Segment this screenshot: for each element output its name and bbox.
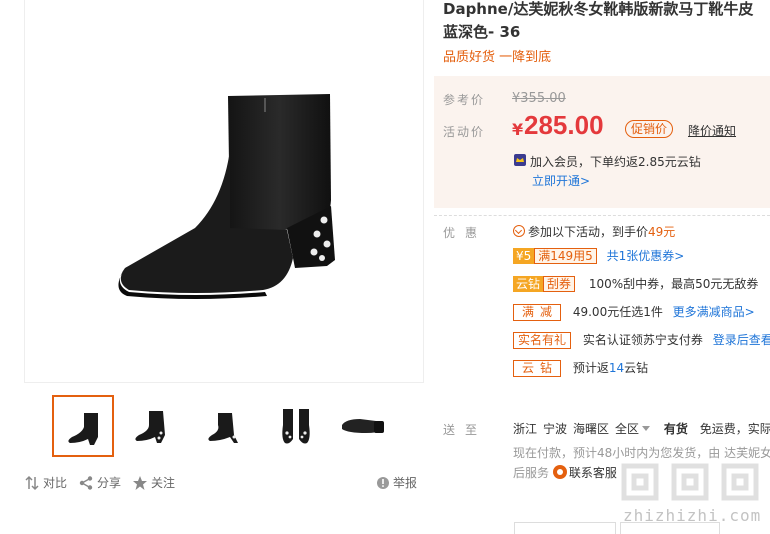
watermark-text: zhizhizhi.com xyxy=(623,506,762,525)
ship-to-label: 送至 xyxy=(443,423,488,437)
delivery-note: 现在付款，预计48小时内为您发货，由 达芙妮女 xyxy=(513,446,770,460)
boot-front-icon xyxy=(208,413,238,443)
offer-row-yunzuan-scratch: 云钻 刮券 100%刮中券，最高50元无敌券 xyxy=(513,275,758,292)
offer-text-return-suffix: 云钻 xyxy=(624,361,649,375)
boot-pair-icon xyxy=(282,409,310,444)
ship-location-row: 浙江宁波海曙区全区 有货 免运费，实际以 xyxy=(513,420,770,437)
coupon-value-badge: ¥5 xyxy=(513,248,535,264)
offer-tag-yunzuan: 云钻 xyxy=(513,276,544,292)
ship-location-selector[interactable]: 浙江 宁波 海曙区 全区 xyxy=(513,420,651,437)
ship-district: 海曙区 xyxy=(573,422,610,436)
offer-text-return-prefix: 预计返 xyxy=(572,361,609,375)
watermark-logo xyxy=(621,463,759,501)
price-drop-notify-link[interactable]: 降价通知 xyxy=(688,122,736,139)
offer-text-full-reduction: 49.00元任选1件 xyxy=(572,305,663,319)
boot-main-illustration xyxy=(118,94,335,299)
after-sales-prefix: 后服务 xyxy=(513,466,550,480)
boot-thumbnail-icon xyxy=(68,413,98,445)
offer-text-realname: 实名认证领苏宁支付券 xyxy=(582,333,703,347)
vip-crown-icon xyxy=(514,154,526,166)
activity-price-value: 285.00 xyxy=(524,110,604,140)
stock-status: 有货 xyxy=(663,422,688,436)
coupon-link[interactable]: 共1张优惠券> xyxy=(607,249,685,263)
price-panel: 参考价 ¥355.00 活动价 ¥ 285.00 促销价 降价通知 加入会员，下… xyxy=(434,76,770,208)
coupon-condition-badge: 满149用5 xyxy=(534,248,597,264)
ref-price-label: 参考价 xyxy=(443,93,486,107)
share-icon xyxy=(79,475,93,490)
freight-info: 免运费，实际以 xyxy=(699,422,770,436)
boot-sole-icon xyxy=(342,419,384,433)
ship-area: 全区 xyxy=(615,422,640,436)
activity-price-label: 活动价 xyxy=(443,125,486,139)
more-reduction-link[interactable]: 更多满减商品> xyxy=(673,305,755,319)
offer-activity-row: 参加以下活动，到手价49元 xyxy=(513,223,675,240)
vip-cashback-text: 加入会员，下单约返2.85元云钻 xyxy=(530,155,701,169)
contact-service-link[interactable]: 联系客服 xyxy=(569,466,617,480)
sale-price-badge: 促销价 xyxy=(625,120,674,138)
activity-prefix: 参加以下活动，到手价 xyxy=(528,225,649,239)
ship-province: 浙江 xyxy=(513,422,538,436)
customer-service-icon xyxy=(552,465,567,479)
gallery-actions: 对比 分享 关注 举报 xyxy=(24,472,420,494)
ref-price-value: ¥355.00 xyxy=(512,91,566,106)
variant-option-box[interactable] xyxy=(514,522,616,534)
thumbnail-2[interactable] xyxy=(194,395,256,457)
chevron-down-icon xyxy=(642,426,651,431)
section-divider xyxy=(434,215,770,216)
activity-check-icon xyxy=(513,225,525,237)
report-button[interactable]: 举报 xyxy=(376,474,417,491)
thumbnail-0[interactable] xyxy=(52,395,114,457)
product-title: Daphne/达芙妮秋冬女靴韩版新款马丁靴牛皮 xyxy=(443,0,754,18)
coupon-row: ¥5 满149用5 共1张优惠券> xyxy=(513,247,684,264)
currency-symbol: ¥ xyxy=(512,120,524,139)
offers-label: 优惠 xyxy=(443,226,488,240)
report-label: 举报 xyxy=(393,476,418,490)
boot-heel-pearl-icon xyxy=(135,411,165,443)
ship-city: 宁波 xyxy=(543,422,568,436)
offer-text-return-value: 14 xyxy=(608,361,625,375)
login-view-link[interactable]: 登录后查看 xyxy=(713,333,770,347)
warning-icon xyxy=(377,476,389,489)
offer-tag-scratch: 刮券 xyxy=(543,276,576,292)
share-button[interactable]: 分享 xyxy=(78,474,121,491)
follow-label: 关注 xyxy=(151,476,176,490)
thumbnail-1[interactable] xyxy=(123,395,185,457)
vip-join-link[interactable]: 立即开通> xyxy=(532,172,590,189)
follow-button[interactable]: 关注 xyxy=(132,474,175,491)
star-icon xyxy=(133,475,147,490)
compare-label: 对比 xyxy=(43,476,68,490)
main-product-image[interactable] xyxy=(24,0,424,383)
offer-tag-realname: 实名有礼 xyxy=(513,332,572,349)
thumbnail-4[interactable] xyxy=(336,395,398,457)
share-label: 分享 xyxy=(97,476,122,490)
offer-tag-full-reduction: 满减 xyxy=(513,304,562,321)
thumbnail-3[interactable] xyxy=(265,395,327,457)
offer-row-realname: 实名有礼 实名认证领苏宁支付券 登录后查看 xyxy=(513,331,770,349)
compare-button[interactable]: 对比 xyxy=(24,474,67,491)
promo-slogan: 品质好货 一降到底 xyxy=(443,50,552,65)
product-title-line2: 蓝深色- 36 xyxy=(443,23,521,41)
offer-tag-yunzuan-return: 云钻 xyxy=(513,360,562,377)
compare-icon xyxy=(25,475,39,490)
offer-text-scratch: 100%刮中券，最高50元无敌券 xyxy=(588,277,759,291)
after-sales-row: 后服务 联系客服 xyxy=(513,464,617,481)
offer-row-full-reduction: 满减 49.00元任选1件 更多满减商品> xyxy=(513,303,755,321)
offer-row-yunzuan-return: 云钻 预计返14云钻 xyxy=(513,359,648,377)
activity-final-price: 49元 xyxy=(648,225,676,239)
